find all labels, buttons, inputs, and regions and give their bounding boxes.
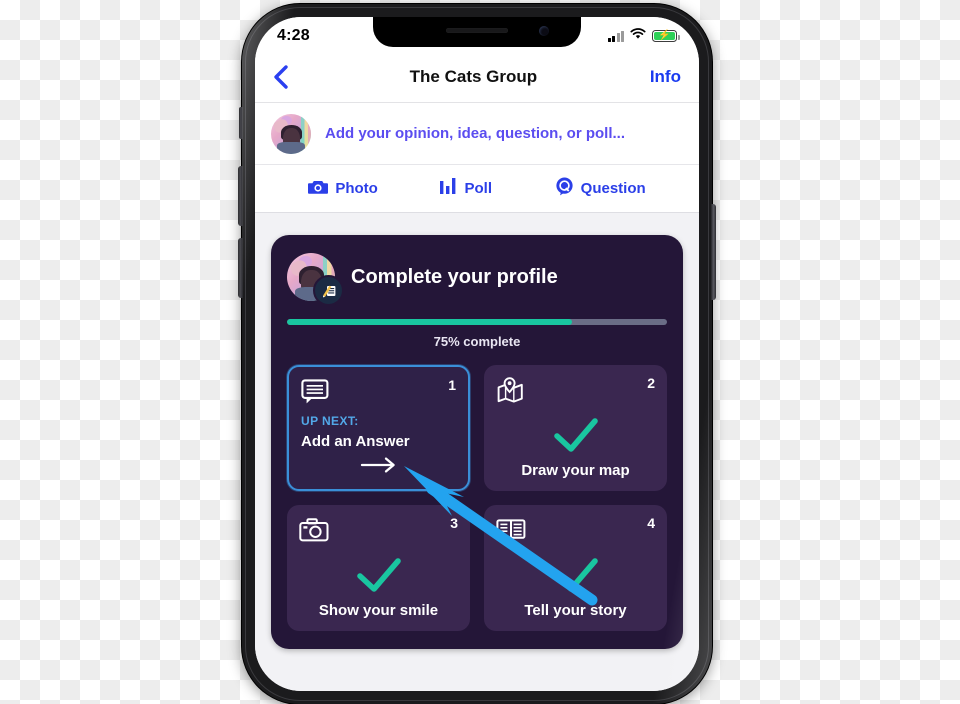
navigation-bar: The Cats Group Info bbox=[255, 51, 699, 103]
question-button[interactable]: Question bbox=[555, 177, 646, 201]
task-tile-add-an-answer[interactable]: 1 UP NEXT: Add an Answer bbox=[287, 365, 470, 491]
bar-chart-icon bbox=[440, 178, 457, 199]
card-header: Complete your profile bbox=[287, 253, 667, 306]
tile-title: Add an Answer bbox=[301, 433, 410, 450]
photo-label: Photo bbox=[335, 180, 378, 197]
wifi-icon bbox=[630, 27, 646, 45]
front-camera bbox=[539, 26, 549, 36]
pencil-edit-icon[interactable] bbox=[313, 275, 344, 306]
card-title: Complete your profile bbox=[351, 265, 558, 288]
cellular-signal-icon bbox=[607, 30, 624, 42]
checkmark-icon bbox=[496, 547, 655, 602]
poll-label: Poll bbox=[464, 180, 492, 197]
phone-screen: 4:28 ⚡ The Cats Group Info Add your opin… bbox=[255, 17, 699, 691]
progress-bar bbox=[287, 319, 667, 325]
task-tile-show-your-smile[interactable]: 3 Show your smile bbox=[287, 505, 470, 631]
question-label: Question bbox=[580, 180, 646, 197]
checkmark-icon bbox=[299, 547, 458, 602]
tile-number: 3 bbox=[450, 515, 458, 531]
post-composer[interactable]: Add your opinion, idea, question, or pol… bbox=[255, 103, 699, 165]
feed-area: Complete your profile 75% complete 1 UP … bbox=[255, 213, 699, 691]
earpiece-speaker bbox=[446, 28, 508, 33]
composer-actions: Photo Poll Question bbox=[255, 165, 699, 213]
tile-eyebrow: UP NEXT: bbox=[301, 414, 359, 428]
tile-title: Draw your map bbox=[521, 462, 630, 479]
open-book-icon bbox=[496, 517, 655, 547]
map-pin-icon bbox=[496, 377, 655, 407]
avatar bbox=[271, 113, 311, 154]
question-bubble-icon bbox=[555, 177, 574, 201]
status-indicators: ⚡ bbox=[607, 27, 680, 45]
phone-device: 4:28 ⚡ The Cats Group Info Add your opin… bbox=[238, 4, 716, 704]
profile-avatar[interactable] bbox=[287, 253, 344, 306]
camera-icon bbox=[299, 517, 458, 547]
checkmark-icon bbox=[496, 407, 655, 462]
tile-number: 4 bbox=[647, 515, 655, 531]
speech-bubble-icon bbox=[301, 379, 456, 406]
complete-profile-card: Complete your profile 75% complete 1 UP … bbox=[271, 235, 683, 649]
volume-down-button[interactable] bbox=[238, 238, 243, 298]
battery-charging-icon: ⚡ bbox=[652, 30, 680, 42]
notch bbox=[373, 17, 581, 47]
silent-switch[interactable] bbox=[239, 107, 243, 139]
page-title: The Cats Group bbox=[409, 66, 538, 86]
task-tile-draw-your-map[interactable]: 2 Draw your map bbox=[484, 365, 667, 491]
photo-button[interactable]: Photo bbox=[308, 178, 378, 200]
composer-input[interactable]: Add your opinion, idea, question, or pol… bbox=[325, 125, 625, 142]
back-chevron-icon[interactable] bbox=[273, 64, 297, 89]
task-tile-tell-your-story[interactable]: 4 Tell your story bbox=[484, 505, 667, 631]
tile-number: 1 bbox=[448, 377, 456, 393]
info-button[interactable]: Info bbox=[650, 67, 681, 87]
camera-icon bbox=[308, 178, 329, 200]
power-button[interactable] bbox=[711, 204, 716, 300]
poll-button[interactable]: Poll bbox=[440, 178, 492, 199]
task-tiles: 1 UP NEXT: Add an Answer 2 Draw your map… bbox=[287, 365, 667, 631]
volume-up-button[interactable] bbox=[238, 166, 243, 226]
arrow-right-icon bbox=[301, 456, 456, 479]
progress-label: 75% complete bbox=[433, 334, 521, 349]
status-time: 4:28 bbox=[277, 27, 310, 44]
tile-title: Tell your story bbox=[524, 602, 627, 619]
progress-bar-fill bbox=[287, 319, 572, 325]
tile-title: Show your smile bbox=[318, 602, 439, 619]
tile-number: 2 bbox=[647, 375, 655, 391]
